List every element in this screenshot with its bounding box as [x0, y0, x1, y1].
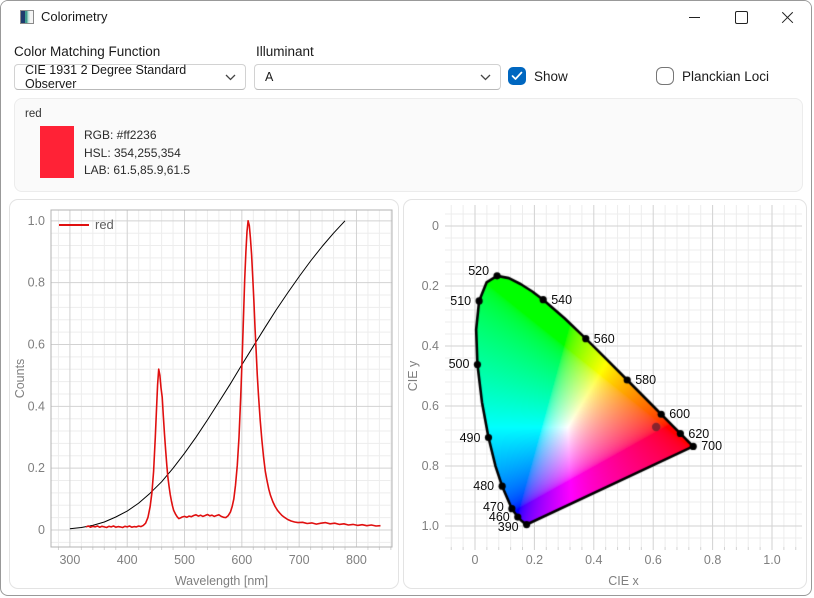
y-tick-label: 0.2	[28, 461, 45, 475]
y-tick-label: 0.2	[422, 279, 439, 293]
y-tick-label: 0.4	[422, 339, 439, 353]
titlebar[interactable]: Colorimetry	[1, 1, 811, 33]
spectrum-plot[interactable]: 300 400 500 600 700 800 0 0.2 0.4 0.6 0.8 1.0 Wavele…	[10, 200, 398, 588]
y-tick-label: 0.6	[422, 399, 439, 413]
show-checkbox[interactable]	[508, 67, 526, 85]
chevron-down-icon	[480, 74, 491, 81]
colorimetry-window: Colorimetry Color Matching Function Illu…	[0, 0, 812, 596]
planckian-checkbox-row[interactable]: Planckian Loci	[656, 67, 769, 85]
x-tick-label: 600	[231, 553, 252, 567]
y-tick-label: 0.8	[422, 459, 439, 473]
x-tick-label: 700	[289, 553, 310, 567]
cmf-dropdown-value: CIE 1931 2 Degree Standard Observer	[25, 63, 219, 91]
legend-label: red	[95, 217, 114, 232]
x-tick-label: 1.0	[763, 553, 780, 567]
minimize-button[interactable]	[671, 1, 717, 33]
x-tick-label: 800	[346, 553, 367, 567]
maximize-icon	[735, 11, 748, 24]
x-axis-title: CIE x	[608, 574, 639, 588]
y-tick-label: 0.8	[28, 276, 45, 290]
minimize-icon	[689, 17, 700, 18]
illuminant-label: Illuminant	[256, 44, 314, 59]
y-axis-title: CIE y	[406, 360, 420, 391]
y-axis-title: Counts	[13, 359, 27, 399]
illuminant-dropdown-value: A	[265, 70, 273, 84]
lab-value: LAB: 61.5,85.9,61.5	[84, 163, 190, 177]
x-tick-label: 0.2	[526, 553, 543, 567]
x-tick-label: 0.6	[645, 553, 662, 567]
y-tick-label: 1.0	[28, 214, 45, 228]
series-red	[86, 221, 381, 528]
show-checkbox-label: Show	[534, 69, 568, 84]
hsl-value: HSL: 354,255,354	[84, 146, 181, 160]
app-icon	[20, 10, 34, 24]
y-tick-label: 0	[38, 523, 45, 537]
planckian-checkbox-label: Planckian Loci	[682, 69, 769, 84]
y-tick-label: 0.6	[28, 337, 45, 351]
y-tick-label: 0.4	[28, 399, 45, 413]
rgb-value: RGB: #ff2236	[84, 128, 157, 142]
chromaticity-gamut[interactable]	[445, 205, 802, 547]
cmf-dropdown[interactable]: CIE 1931 2 Degree Standard Observer	[14, 64, 246, 90]
close-icon	[781, 11, 794, 24]
spectrum-chart[interactable]: 300 400 500 600 700 800 0 0.2 0.4 0.6 0.8 1.0 Wavele…	[9, 199, 399, 589]
y-tick-label: 1.0	[422, 519, 439, 533]
color-name: red	[25, 108, 42, 120]
color-swatch	[40, 126, 74, 178]
x-tick-label: 300	[59, 553, 80, 567]
window-title: Colorimetry	[41, 9, 107, 24]
planckian-checkbox[interactable]	[656, 67, 674, 85]
maximize-button[interactable]	[718, 1, 764, 33]
color-info-card: red RGB: #ff2236 HSL: 354,255,354 LAB: 6…	[14, 98, 803, 192]
illuminant-dropdown[interactable]: A	[254, 64, 501, 90]
x-axis-title: Wavelength [nm]	[175, 574, 268, 588]
x-tick-label: 500	[174, 553, 195, 567]
x-tick-label: 0.4	[585, 553, 602, 567]
chromaticity-chart[interactable]: 0 0.2 0.4 0.6 0.8 1.0 0 0.2 0.4 0.6 0.8 1.0 CIE x CIE…	[403, 199, 807, 589]
x-tick-label: 0.8	[704, 553, 721, 567]
y-tick-label: 0	[432, 219, 439, 233]
x-tick-label: 400	[117, 553, 138, 567]
show-checkbox-row[interactable]: Show	[508, 67, 568, 85]
check-icon	[511, 71, 523, 81]
chevron-down-icon	[225, 74, 236, 81]
close-button[interactable]	[764, 1, 810, 33]
x-tick-label: 0	[472, 553, 479, 567]
cmf-label: Color Matching Function	[14, 44, 160, 59]
